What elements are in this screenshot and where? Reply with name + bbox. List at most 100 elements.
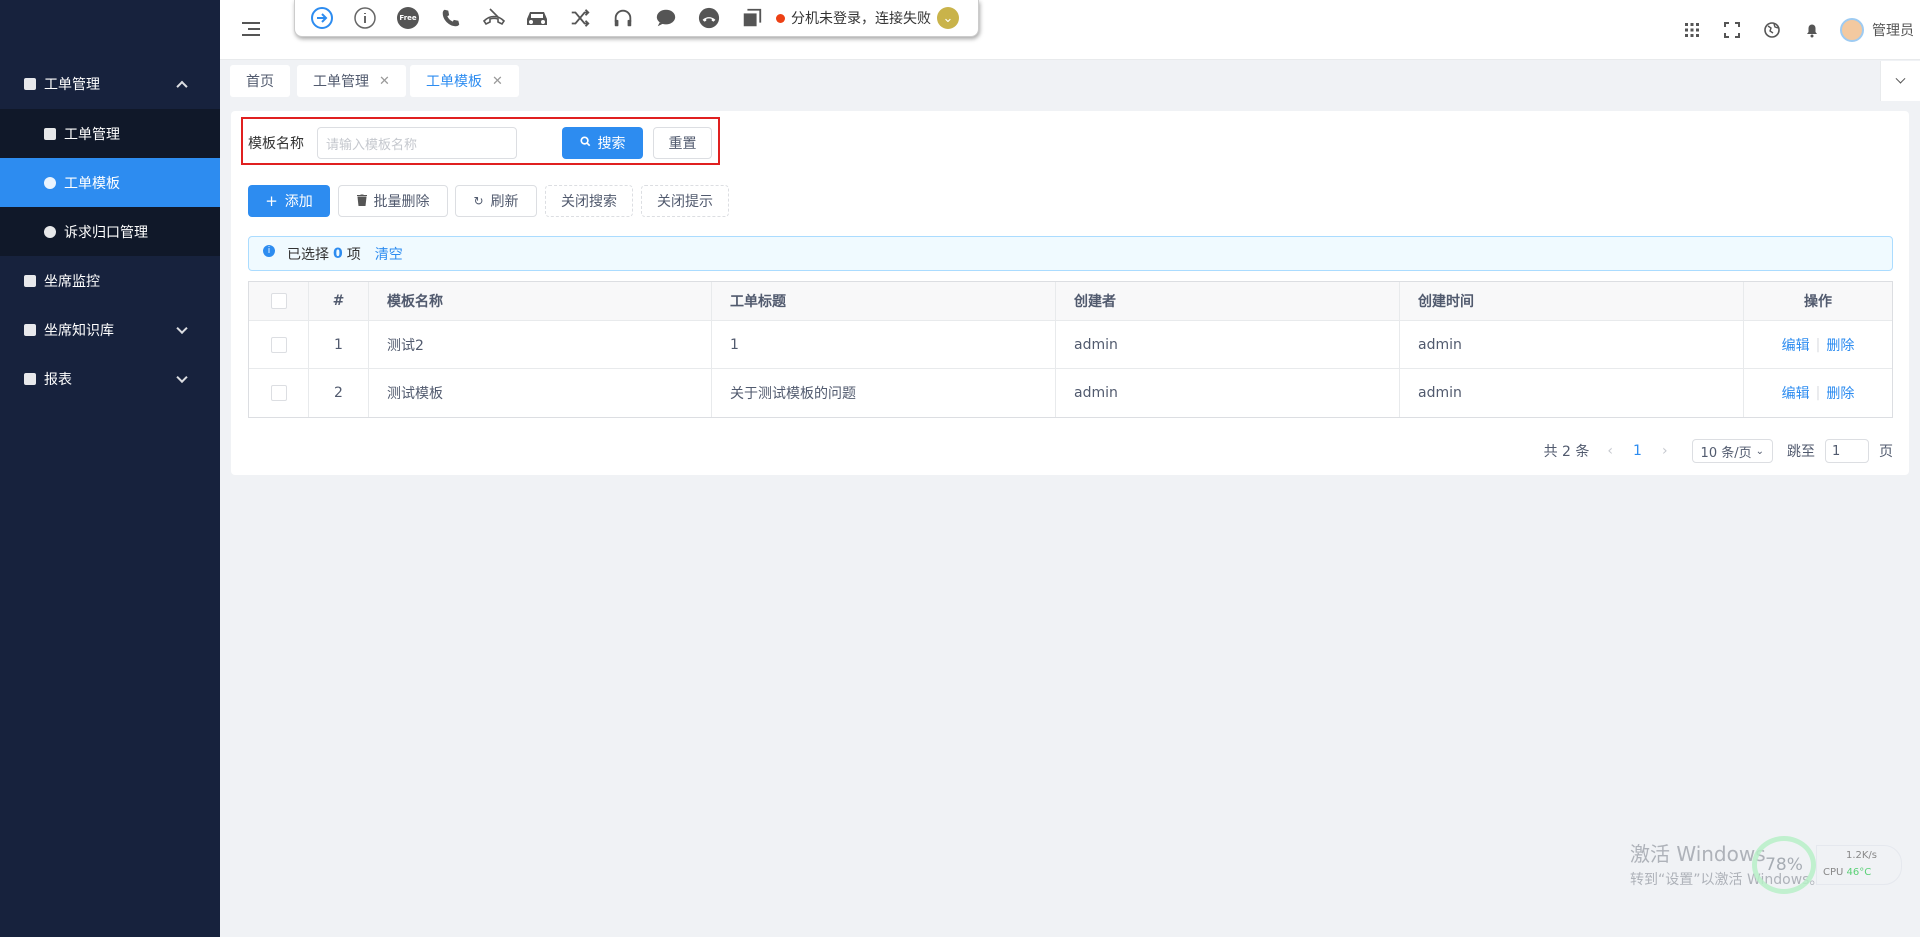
select-all-checkbox[interactable] xyxy=(270,293,287,309)
tab-label: 工单管理 xyxy=(313,74,369,90)
sidebar-item-work-order-template[interactable]: 工单模板 xyxy=(0,158,220,207)
page-label: 页 xyxy=(1879,444,1893,460)
clear-selection-link[interactable]: 清空 xyxy=(375,244,403,264)
user-name[interactable]: 管理员 xyxy=(1872,20,1914,40)
phone-icon[interactable] xyxy=(438,5,464,31)
add-button[interactable]: + 添加 xyxy=(248,185,330,217)
jump-page-input[interactable]: 1 xyxy=(1825,439,1869,463)
softphone-status: 分机未登录，连接失败 ⌄ xyxy=(776,7,959,29)
sidebar-item-agent-monitor[interactable]: 坐席监控 xyxy=(0,256,220,305)
work-order-title-cell: 关于测试模板的问题 xyxy=(712,369,1056,417)
batch-delete-label: 批量删除 xyxy=(373,194,430,210)
info-icon[interactable] xyxy=(352,5,378,31)
close-icon[interactable]: ✕ xyxy=(492,74,503,89)
template-name-cell: 测试模板 xyxy=(369,369,712,417)
row-checkbox[interactable] xyxy=(270,385,287,401)
copy-icon[interactable] xyxy=(739,5,765,31)
close-icon[interactable]: ✕ xyxy=(379,74,390,89)
apps-grid-icon[interactable] xyxy=(1672,22,1712,38)
chat-icon[interactable] xyxy=(653,5,679,31)
reset-button[interactable]: 重置 xyxy=(653,127,712,159)
globe-icon[interactable] xyxy=(1752,22,1792,38)
column-header: 工单标题 xyxy=(712,282,1056,320)
fullscreen-icon[interactable] xyxy=(1712,22,1752,38)
reset-button-label: 重置 xyxy=(668,136,697,152)
menu-collapse-icon[interactable] xyxy=(242,22,260,36)
trash-icon xyxy=(356,193,367,209)
avatar[interactable] xyxy=(1840,18,1864,42)
tabs-bar: 首页 工单管理 ✕ 工单模板 ✕ xyxy=(220,61,1920,101)
plus-icon: + xyxy=(265,192,278,210)
bell-icon[interactable] xyxy=(1792,22,1832,38)
content-card: 模板名称 请输入模板名称 搜索 重置 + 添加 批量删除 ↻ 刷新 关闭搜索 关… xyxy=(231,111,1909,475)
hangup-icon[interactable] xyxy=(481,5,507,31)
close-tip-button[interactable]: 关闭提示 xyxy=(641,185,729,217)
close-search-button[interactable]: 关闭搜索 xyxy=(545,185,633,217)
action-divider: | xyxy=(1815,336,1821,353)
sidebar-item-label: 诉求归口管理 xyxy=(64,224,148,241)
sidebar-item-knowledge-base[interactable]: 坐席知识库 xyxy=(0,305,220,354)
edit-link[interactable]: 编辑 xyxy=(1782,383,1810,403)
chevron-down-icon: ⌄ xyxy=(1755,445,1764,457)
sidebar-item-label: 工单模板 xyxy=(64,175,120,192)
page-size-value: 10 条/页 xyxy=(1700,445,1752,461)
search-button[interactable]: 搜索 xyxy=(562,127,643,159)
free-label: Free xyxy=(399,14,417,22)
refresh-icon: ↻ xyxy=(473,194,484,208)
refresh-button[interactable]: ↻ 刷新 xyxy=(455,185,537,217)
sidebar-item-reports[interactable]: 报表 xyxy=(0,354,220,403)
end-call-icon[interactable] xyxy=(696,5,722,31)
column-header: # xyxy=(309,282,369,320)
free-icon[interactable]: Free xyxy=(395,5,421,31)
status-dot-icon xyxy=(776,13,785,23)
headset-icon[interactable] xyxy=(610,5,636,31)
sidebar-group-work-order[interactable]: 工单管理 xyxy=(0,64,220,104)
delete-link[interactable]: 删除 xyxy=(1826,383,1854,403)
tab-work-order-template[interactable]: 工单模板 ✕ xyxy=(410,65,519,97)
selection-count: 0 xyxy=(333,245,343,262)
edit-link[interactable]: 编辑 xyxy=(1782,335,1810,355)
close-tip-label: 关闭提示 xyxy=(657,194,713,210)
info-icon: i xyxy=(263,244,275,257)
softphone-bar: Free 分机未登录，连接失败 ⌄ xyxy=(294,0,979,37)
sidebar-group-label: 工单管理 xyxy=(44,77,100,93)
softphone-status-text: 分机未登录，连接失败 xyxy=(791,11,931,27)
sign-in-icon[interactable] xyxy=(309,5,335,31)
cpu-usage-ring: 78% xyxy=(1752,836,1816,894)
car-icon[interactable] xyxy=(524,5,550,31)
creator-cell: admin xyxy=(1056,321,1400,368)
created-at-cell: admin xyxy=(1400,369,1744,417)
cpu-label: CPU xyxy=(1823,867,1844,878)
template-name-placeholder: 请输入模板名称 xyxy=(326,137,418,153)
chart-icon xyxy=(24,372,36,385)
tab-work-order-management[interactable]: 工单管理 ✕ xyxy=(297,65,406,97)
page-number[interactable]: 1 xyxy=(1633,443,1642,459)
delete-link[interactable]: 删除 xyxy=(1826,335,1854,355)
actions-cell: 编辑 | 删除 xyxy=(1744,321,1892,368)
prev-page-icon[interactable]: ‹ xyxy=(1607,443,1613,459)
template-icon xyxy=(44,176,56,189)
shuffle-icon[interactable] xyxy=(567,5,593,31)
row-checkbox[interactable] xyxy=(270,336,287,353)
page-size-select[interactable]: 10 条/页 ⌄ xyxy=(1691,439,1773,463)
batch-delete-button[interactable]: 批量删除 xyxy=(338,185,448,217)
jump-label: 跳至 xyxy=(1787,444,1815,460)
template-name-label: 模板名称 xyxy=(248,136,304,152)
tab-label: 首页 xyxy=(246,74,274,90)
chevron-down-icon xyxy=(176,371,188,383)
chevron-down-circle-icon[interactable]: ⌄ xyxy=(937,7,959,29)
template-name-input[interactable]: 请输入模板名称 xyxy=(317,127,517,159)
sidebar-item-work-order-management[interactable]: 工单管理 xyxy=(0,109,220,158)
pagination: 共 2 条 ‹ 1 › 10 条/页 ⌄ 跳至 1 页 xyxy=(1544,436,1893,466)
header: Free 分机未登录，连接失败 ⌄ 管理员 xyxy=(220,0,1920,60)
selection-prefix: 已选择 xyxy=(287,246,329,263)
search-button-label: 搜索 xyxy=(597,136,626,152)
header-actions: 管理员 xyxy=(1672,0,1920,60)
tab-home[interactable]: 首页 xyxy=(230,65,290,97)
tabs-dropdown-button[interactable] xyxy=(1880,61,1920,101)
next-page-icon[interactable]: › xyxy=(1662,443,1668,459)
sidebar-item-appeal-category[interactable]: 诉求归口管理 xyxy=(0,207,220,256)
action-divider: | xyxy=(1815,385,1821,401)
cpu-percent: 78% xyxy=(1765,855,1803,875)
chevron-down-icon xyxy=(1895,73,1906,84)
